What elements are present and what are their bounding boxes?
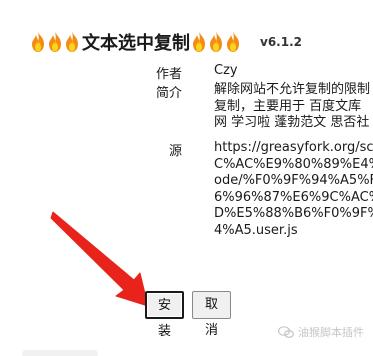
fire-icon	[64, 31, 81, 53]
red-arrow-annotation	[50, 211, 149, 307]
description-text: 解除网站不允许复制的限制 复制，主要用于 百度文库 网 学习啦 蓬勃范文 思否社	[214, 82, 370, 132]
fire-icon	[225, 31, 242, 53]
author-label: 作者	[155, 67, 182, 82]
script-title: 文本选中复制	[30, 29, 242, 55]
source-line: D%E5%88%B6%F0%9F%94	[214, 206, 373, 221]
author-value: Czy	[214, 63, 238, 78]
cancel-button[interactable]: 取消	[192, 291, 231, 338]
description-line: 复制，主要用于 百度文库	[214, 98, 362, 114]
source-line: 6%96%87%E6%9C%AC%E	[214, 189, 373, 205]
fire-icon	[208, 31, 225, 53]
fire-icon	[191, 31, 208, 53]
source-url: https://greasyfork.org/scr C%AC%E9%80%89…	[214, 140, 373, 239]
watermark-text: 油猴脚本插件	[298, 326, 364, 339]
source-line: ode/%F0%9F%94%A5%F0%	[214, 173, 373, 188]
dialog-header: 文本选中复制 v6.1.2	[30, 28, 302, 56]
title-text: 文本选中复制	[82, 33, 190, 54]
description-label: 简介	[155, 86, 182, 101]
version-label: v6.1.2	[260, 35, 302, 49]
fire-icon	[47, 31, 64, 53]
source-label: 源	[168, 144, 182, 159]
source-line: C%AC%E9%80%89%E4%B	[214, 156, 373, 172]
source-line: https://greasyfork.org/scr	[214, 140, 373, 155]
install-dialog: 文本选中复制 v6.1.2 作者 Czy 简介 解除网站不允许复制的限制 复制，…	[0, 0, 373, 356]
description-line: 解除网站不允许复制的限制	[214, 82, 371, 97]
source-line: 4%A5.user.js	[214, 222, 298, 238]
fire-icon	[30, 31, 47, 53]
install-button[interactable]: 安装	[145, 291, 184, 339]
watermark: 油猴脚本插件	[278, 324, 364, 340]
wechat-icon	[278, 326, 294, 338]
bottom-edge-element	[22, 350, 98, 356]
description-line: 网 学习啦 蓬勃范文 思否社	[214, 115, 370, 130]
